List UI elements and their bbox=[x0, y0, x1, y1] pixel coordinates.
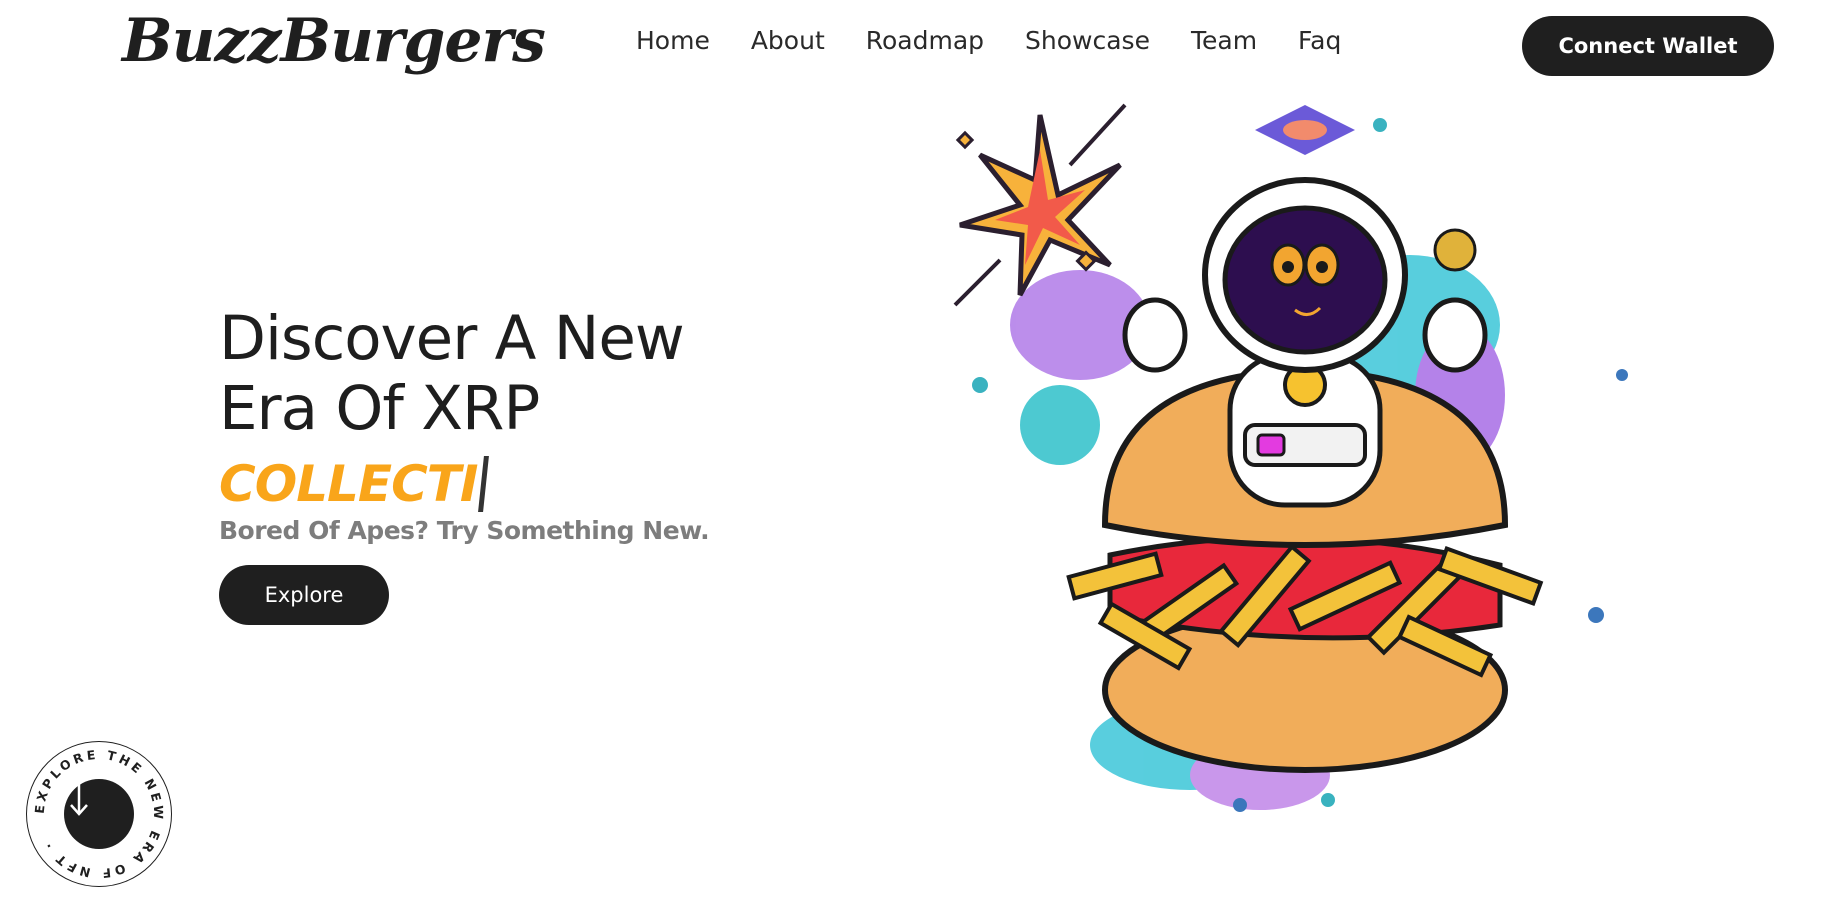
brand-logo[interactable]: BuzzBurgers bbox=[122, 6, 546, 76]
nav-faq[interactable]: Faq bbox=[1298, 26, 1341, 55]
hero-section: Discover A New Era Of XRP COLLECTI Bored… bbox=[219, 304, 779, 625]
hero-title-line2: Era Of XRP bbox=[219, 373, 540, 444]
astronaut-burger-illustration bbox=[940, 95, 1660, 835]
nav-team[interactable]: Team bbox=[1191, 26, 1257, 55]
main-nav: Home About Roadmap Showcase Team Faq bbox=[636, 26, 1382, 55]
hero-title-line1: Discover A New bbox=[219, 303, 685, 374]
scroll-down-badge[interactable]: EXPLORE THE NEW ERA OF NFT · bbox=[26, 741, 172, 887]
floating-gem-icon bbox=[1255, 105, 1355, 155]
hero-title: Discover A New Era Of XRP bbox=[219, 304, 779, 444]
hero-subtitle: Bored Of Apes? Try Something New. bbox=[219, 516, 710, 545]
typing-cursor bbox=[478, 456, 490, 512]
arrow-down-icon[interactable] bbox=[64, 779, 134, 849]
typed-text: COLLECTI bbox=[219, 454, 779, 514]
typed-word: COLLECTI bbox=[219, 455, 478, 513]
nav-home[interactable]: Home bbox=[636, 26, 710, 55]
nav-roadmap[interactable]: Roadmap bbox=[866, 26, 984, 55]
nav-about[interactable]: About bbox=[751, 26, 825, 55]
nav-showcase[interactable]: Showcase bbox=[1025, 26, 1150, 55]
connect-wallet-button[interactable]: Connect Wallet bbox=[1522, 16, 1774, 76]
explore-button[interactable]: Explore bbox=[219, 565, 389, 625]
